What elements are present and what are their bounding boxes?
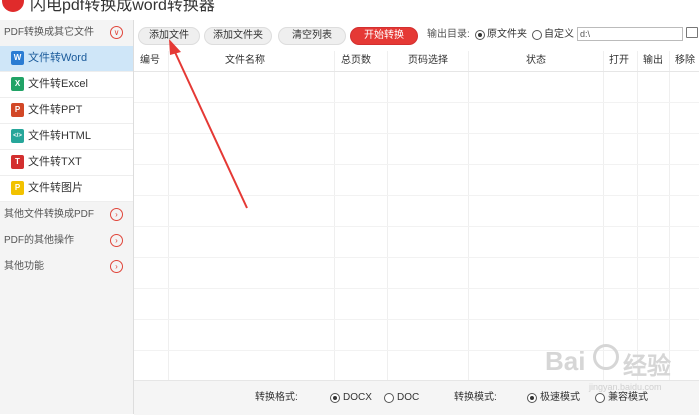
group-other-to-pdf[interactable]: 其他文件转换成PDF › [0, 202, 133, 228]
app-logo-icon [2, 0, 24, 12]
image-file-icon: P [11, 181, 24, 196]
col-header-output: 输出 [643, 55, 663, 66]
sub-list: W 文件转Word X 文件转Excel P 文件转PPT </> 文件转HTML T文… [0, 46, 133, 202]
html-file-icon: </> [11, 129, 24, 144]
ppt-file-icon: P [11, 103, 24, 118]
output-path-input[interactable] [577, 27, 683, 41]
word-file-icon: W [11, 51, 24, 66]
group-other-functions[interactable]: 其他功能 › [0, 254, 133, 280]
baidu-watermark: Bai 经验 jingyan.baidu.com [545, 338, 693, 398]
add-folder-button[interactable]: 添加文件夹 [204, 27, 272, 45]
col-header-number: 编号 [140, 55, 160, 66]
col-header-page-select: 页码选择 [408, 55, 448, 66]
col-header-remove: 移除 [675, 55, 695, 66]
sidebar-item-label: 文件转TXT [28, 156, 82, 168]
group-label: PDF的其他操作 [4, 235, 74, 246]
group-label: PDF转换成其它文件 [4, 27, 94, 38]
group-label: 其他文件转换成PDF [4, 209, 94, 220]
sidebar: PDF转换成其它文件 ∨ W 文件转Word X 文件转Excel P 文件转PPT … [0, 20, 134, 414]
watermark-brand-text: 经验 [623, 353, 671, 380]
table-header: 编号 文件名称 总页数 页码选择 状态 打开 输出 移除 [134, 51, 699, 72]
expand-icon: › [110, 208, 123, 221]
format-docx-label: DOCX [343, 392, 372, 403]
sidebar-item-label: 文件转Excel [28, 78, 88, 90]
sidebar-item-txt[interactable]: T 文件转TXT [0, 150, 133, 176]
toolbar: 添加文件 添加文件夹 清空列表 开始转换 输出目录: 原文件夹 自定义 [134, 20, 699, 50]
add-file-button[interactable]: 添加文件 [138, 27, 200, 45]
app-title: 闪电pdf转换成word转换器 [30, 0, 215, 14]
format-label: 转换格式: [255, 392, 298, 403]
clear-list-button[interactable]: 清空列表 [278, 27, 346, 45]
group-label: 其他功能 [4, 261, 44, 272]
original-folder-label: 原文件夹 [487, 29, 527, 40]
collapse-icon: ∨ [110, 26, 123, 39]
start-convert-button[interactable]: 开始转换 [350, 27, 418, 45]
col-header-status: 状态 [526, 55, 546, 66]
paw-icon [593, 344, 619, 370]
sidebar-item-word[interactable]: W 文件转Word [0, 46, 133, 72]
col-header-filename: 文件名称 [225, 55, 265, 66]
group-pdf-to-other[interactable]: PDF转换成其它文件 ∨ [0, 20, 133, 46]
txt-file-icon: T [11, 155, 24, 170]
original-folder-radio[interactable] [475, 30, 485, 40]
sidebar-item-html[interactable]: </> 文件转HTML [0, 124, 133, 150]
file-table: 编号 文件名称 总页数 页码选择 状态 打开 输出 移除 [134, 51, 699, 380]
sidebar-item-label: 文件转PPT [28, 104, 83, 116]
col-header-open: 打开 [609, 55, 629, 66]
format-doc-radio[interactable] [384, 393, 394, 403]
excel-file-icon: X [11, 77, 24, 92]
expand-icon: › [110, 234, 123, 247]
sidebar-item-label: 文件转图片 [28, 182, 83, 194]
custom-folder-label: 自定义 [544, 29, 574, 40]
format-docx-radio[interactable] [330, 393, 340, 403]
output-dir-label: 输出目录: [427, 29, 470, 40]
group-pdf-other-ops[interactable]: PDF的其他操作 › [0, 228, 133, 254]
custom-folder-radio[interactable] [532, 30, 542, 40]
sidebar-item-label: 文件转HTML [28, 130, 91, 142]
watermark-url-text: jingyan.baidu.com [589, 382, 662, 392]
mode-fast-radio[interactable] [527, 393, 537, 403]
sidebar-item-ppt[interactable]: P 文件转PPT [0, 98, 133, 124]
sidebar-item-image[interactable]: P 文件转图片 [0, 176, 133, 202]
col-header-pages: 总页数 [341, 55, 371, 66]
folder-icon[interactable] [686, 27, 698, 38]
watermark-bai-text: Bai [545, 346, 586, 376]
title-bar: 闪电pdf转换成word转换器 [0, 0, 699, 16]
mode-label: 转换模式: [454, 392, 497, 403]
sidebar-item-excel[interactable]: X 文件转Excel [0, 72, 133, 98]
format-doc-label: DOC [397, 392, 420, 403]
sidebar-item-label: 文件转Word [28, 52, 88, 64]
expand-icon: › [110, 260, 123, 273]
